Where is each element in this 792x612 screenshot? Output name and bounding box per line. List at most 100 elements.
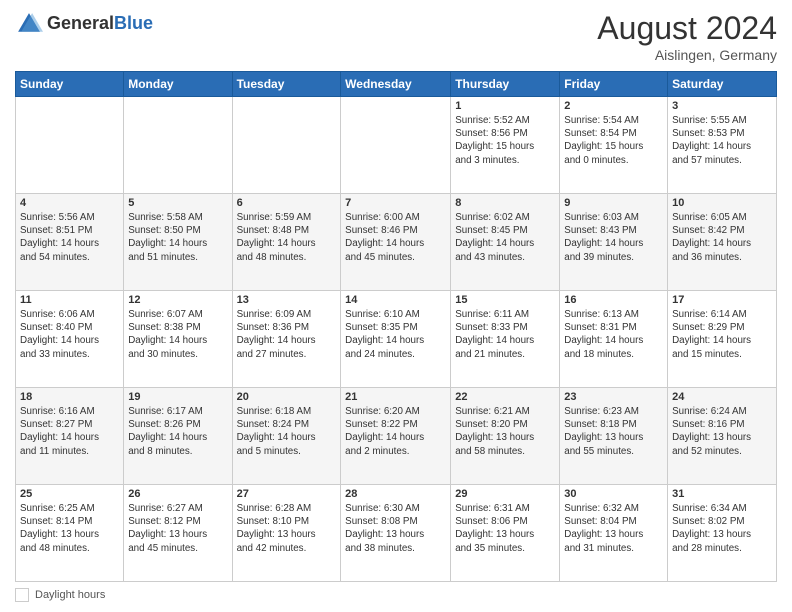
calendar-cell: 28 Sunrise: 6:30 AM Sunset: 8:08 PM Dayli… <box>341 485 451 582</box>
day-info: Sunrise: 6:13 AM Sunset: 8:31 PM Dayligh… <box>564 308 663 361</box>
day-number: 20 <box>237 391 337 403</box>
col-friday: Friday <box>560 72 668 97</box>
calendar-cell: 19 Sunrise: 6:17 AM Sunset: 8:26 PM Dayli… <box>124 388 232 485</box>
daylight-label: Daylight hours <box>35 589 105 601</box>
calendar-cell: 5 Sunrise: 5:58 AM Sunset: 8:50 PM Daylig… <box>124 194 232 291</box>
day-info: Sunrise: 6:16 AM Sunset: 8:27 PM Dayligh… <box>20 405 119 458</box>
day-info: Sunrise: 6:18 AM Sunset: 8:24 PM Dayligh… <box>237 405 337 458</box>
logo: GeneralBlue <box>15 10 153 38</box>
day-info: Sunrise: 6:07 AM Sunset: 8:38 PM Dayligh… <box>128 308 227 361</box>
calendar-cell: 25 Sunrise: 6:25 AM Sunset: 8:14 PM Dayli… <box>16 485 124 582</box>
day-info: Sunrise: 6:30 AM Sunset: 8:08 PM Dayligh… <box>345 502 446 555</box>
calendar-cell <box>16 97 124 194</box>
day-info: Sunrise: 6:09 AM Sunset: 8:36 PM Dayligh… <box>237 308 337 361</box>
day-info: Sunrise: 6:14 AM Sunset: 8:29 PM Dayligh… <box>672 308 772 361</box>
day-info: Sunrise: 6:06 AM Sunset: 8:40 PM Dayligh… <box>20 308 119 361</box>
col-thursday: Thursday <box>451 72 560 97</box>
day-number: 3 <box>672 100 772 112</box>
day-number: 17 <box>672 294 772 306</box>
day-number: 18 <box>20 391 119 403</box>
location: Aislingen, Germany <box>597 47 777 63</box>
day-number: 6 <box>237 197 337 209</box>
day-number: 26 <box>128 488 227 500</box>
day-info: Sunrise: 6:24 AM Sunset: 8:16 PM Dayligh… <box>672 405 772 458</box>
title-block: August 2024 Aislingen, Germany <box>597 10 777 63</box>
col-tuesday: Tuesday <box>232 72 341 97</box>
calendar-cell: 16 Sunrise: 6:13 AM Sunset: 8:31 PM Dayli… <box>560 291 668 388</box>
day-number: 23 <box>564 391 663 403</box>
day-number: 30 <box>564 488 663 500</box>
day-info: Sunrise: 5:56 AM Sunset: 8:51 PM Dayligh… <box>20 211 119 264</box>
day-number: 8 <box>455 197 555 209</box>
daylight-box <box>15 588 29 602</box>
calendar-cell: 4 Sunrise: 5:56 AM Sunset: 8:51 PM Daylig… <box>16 194 124 291</box>
calendar-cell <box>124 97 232 194</box>
col-wednesday: Wednesday <box>341 72 451 97</box>
day-number: 24 <box>672 391 772 403</box>
logo-text: GeneralBlue <box>47 14 153 34</box>
week-row-5: 25 Sunrise: 6:25 AM Sunset: 8:14 PM Dayli… <box>16 485 777 582</box>
calendar-cell: 17 Sunrise: 6:14 AM Sunset: 8:29 PM Dayli… <box>668 291 777 388</box>
day-number: 25 <box>20 488 119 500</box>
day-info: Sunrise: 6:34 AM Sunset: 8:02 PM Dayligh… <box>672 502 772 555</box>
calendar-cell: 6 Sunrise: 5:59 AM Sunset: 8:48 PM Daylig… <box>232 194 341 291</box>
col-saturday: Saturday <box>668 72 777 97</box>
calendar-cell: 15 Sunrise: 6:11 AM Sunset: 8:33 PM Dayli… <box>451 291 560 388</box>
day-info: Sunrise: 6:25 AM Sunset: 8:14 PM Dayligh… <box>20 502 119 555</box>
calendar-table: Sunday Monday Tuesday Wednesday Thursday… <box>15 71 777 582</box>
calendar-cell: 18 Sunrise: 6:16 AM Sunset: 8:27 PM Dayli… <box>16 388 124 485</box>
logo-blue: Blue <box>114 13 153 33</box>
calendar-cell: 8 Sunrise: 6:02 AM Sunset: 8:45 PM Daylig… <box>451 194 560 291</box>
col-sunday: Sunday <box>16 72 124 97</box>
day-number: 16 <box>564 294 663 306</box>
day-info: Sunrise: 5:59 AM Sunset: 8:48 PM Dayligh… <box>237 211 337 264</box>
calendar-cell: 23Sunrise: 6:23 AM Sunset: 8:18 PM Dayli… <box>560 388 668 485</box>
day-info: Sunrise: 5:52 AM Sunset: 8:56 PM Dayligh… <box>455 114 555 167</box>
calendar-cell: 21 Sunrise: 6:20 AM Sunset: 8:22 PM Dayli… <box>341 388 451 485</box>
day-number: 15 <box>455 294 555 306</box>
day-info: Sunrise: 6:02 AM Sunset: 8:45 PM Dayligh… <box>455 211 555 264</box>
day-number: 2 <box>564 100 663 112</box>
day-info: Sunrise: 6:20 AM Sunset: 8:22 PM Dayligh… <box>345 405 446 458</box>
week-row-3: 11 Sunrise: 6:06 AM Sunset: 8:40 PM Dayli… <box>16 291 777 388</box>
day-info: Sunrise: 6:32 AM Sunset: 8:04 PM Dayligh… <box>564 502 663 555</box>
day-number: 11 <box>20 294 119 306</box>
day-number: 21 <box>345 391 446 403</box>
day-number: 10 <box>672 197 772 209</box>
header: GeneralBlue August 2024 Aislingen, Germa… <box>15 10 777 63</box>
day-number: 14 <box>345 294 446 306</box>
day-info: Sunrise: 6:11 AM Sunset: 8:33 PM Dayligh… <box>455 308 555 361</box>
day-info: Sunrise: 6:00 AM Sunset: 8:46 PM Dayligh… <box>345 211 446 264</box>
day-number: 9 <box>564 197 663 209</box>
calendar-cell: 1Sunrise: 5:52 AM Sunset: 8:56 PM Daylig… <box>451 97 560 194</box>
calendar-cell: 12Sunrise: 6:07 AM Sunset: 8:38 PM Dayli… <box>124 291 232 388</box>
header-row: Sunday Monday Tuesday Wednesday Thursday… <box>16 72 777 97</box>
day-info: Sunrise: 6:21 AM Sunset: 8:20 PM Dayligh… <box>455 405 555 458</box>
page: GeneralBlue August 2024 Aislingen, Germa… <box>0 0 792 612</box>
day-number: 13 <box>237 294 337 306</box>
calendar-cell <box>232 97 341 194</box>
calendar-cell <box>341 97 451 194</box>
day-number: 22 <box>455 391 555 403</box>
day-number: 5 <box>128 197 227 209</box>
calendar-cell: 2Sunrise: 5:54 AM Sunset: 8:54 PM Daylig… <box>560 97 668 194</box>
day-number: 19 <box>128 391 227 403</box>
day-info: Sunrise: 5:58 AM Sunset: 8:50 PM Dayligh… <box>128 211 227 264</box>
footer: Daylight hours <box>15 588 777 602</box>
day-number: 4 <box>20 197 119 209</box>
day-number: 28 <box>345 488 446 500</box>
calendar-cell: 7 Sunrise: 6:00 AM Sunset: 8:46 PM Daylig… <box>341 194 451 291</box>
calendar-cell: 9Sunrise: 6:03 AM Sunset: 8:43 PM Daylig… <box>560 194 668 291</box>
day-info: Sunrise: 6:17 AM Sunset: 8:26 PM Dayligh… <box>128 405 227 458</box>
day-number: 7 <box>345 197 446 209</box>
calendar-cell: 3Sunrise: 5:55 AM Sunset: 8:53 PM Daylig… <box>668 97 777 194</box>
calendar-cell: 20 Sunrise: 6:18 AM Sunset: 8:24 PM Dayli… <box>232 388 341 485</box>
calendar-cell: 30 Sunrise: 6:32 AM Sunset: 8:04 PM Dayli… <box>560 485 668 582</box>
logo-general: General <box>47 13 114 33</box>
calendar-cell: 13 Sunrise: 6:09 AM Sunset: 8:36 PM Dayli… <box>232 291 341 388</box>
calendar-cell: 26Sunrise: 6:27 AM Sunset: 8:12 PM Dayli… <box>124 485 232 582</box>
day-number: 27 <box>237 488 337 500</box>
calendar-cell: 24 Sunrise: 6:24 AM Sunset: 8:16 PM Dayli… <box>668 388 777 485</box>
day-info: Sunrise: 6:31 AM Sunset: 8:06 PM Dayligh… <box>455 502 555 555</box>
calendar-cell: 29Sunrise: 6:31 AM Sunset: 8:06 PM Dayli… <box>451 485 560 582</box>
